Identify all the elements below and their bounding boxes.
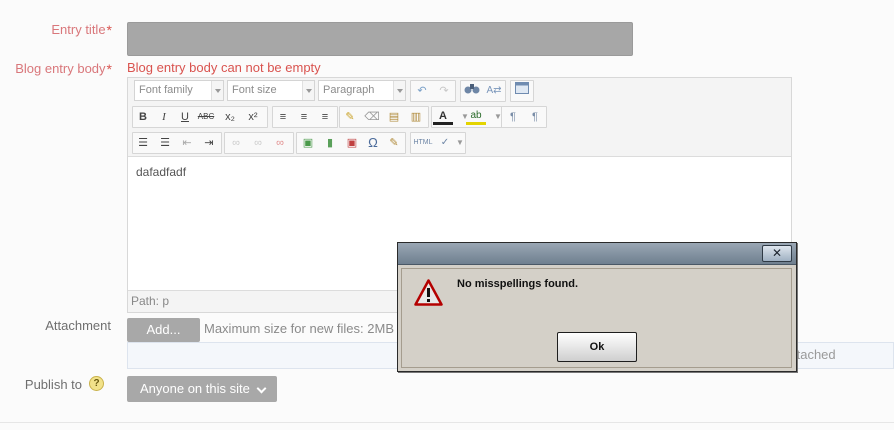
special-char-icon[interactable]: Ω (363, 133, 383, 153)
bold-icon[interactable]: B (133, 107, 153, 127)
paste-word-icon[interactable]: ▥ (406, 107, 426, 127)
publish-value: Anyone on this site (140, 381, 250, 396)
strikethrough-icon[interactable]: ABC (196, 107, 216, 127)
blog-body-label: Blog entry body* (0, 61, 112, 77)
edit-icon[interactable]: ✎ (384, 133, 404, 153)
entry-title-input[interactable] (127, 22, 633, 56)
replace-icon[interactable]: A⇄ (484, 81, 504, 101)
chevron-down-icon (256, 383, 267, 394)
spellcheck-icon[interactable]: ✓ (435, 133, 455, 153)
font-size-value: Font size (232, 84, 277, 96)
superscript-icon[interactable]: x² (243, 107, 263, 127)
binoculars-icon (464, 84, 480, 94)
eraser-icon[interactable]: ⌫ (362, 107, 382, 127)
editor-content[interactable]: dafadfadf (136, 165, 186, 179)
divider (0, 422, 894, 423)
chevron-down-icon (393, 81, 405, 100)
find-icon[interactable] (462, 81, 482, 101)
add-file-button[interactable]: Add... (127, 318, 200, 342)
chevron-down-icon (211, 81, 223, 100)
media-icon[interactable]: ▮ (320, 133, 340, 153)
font-family-value: Font family (139, 84, 193, 96)
highlight-icon[interactable]: ab (466, 107, 486, 125)
attached-text: ttached (793, 347, 836, 362)
format-select[interactable]: Paragraph (318, 80, 406, 101)
redo-icon[interactable]: ↷ (434, 81, 454, 101)
font-size-select[interactable]: Font size (227, 80, 315, 101)
help-icon[interactable]: ? (89, 376, 104, 391)
blog-body-label-text: Blog entry body (15, 61, 106, 76)
numbered-list-icon[interactable]: ☰ (155, 133, 175, 153)
entry-title-label-text: Entry title (51, 22, 106, 37)
image-icon[interactable]: ▣ (298, 133, 318, 153)
max-size-text: Maximum size for new files: 2MB (204, 321, 394, 336)
spellcheck-dialog: ✕ No misspellings found. Ok (397, 242, 797, 372)
dialog-message: No misspellings found. (457, 278, 579, 290)
align-center-icon[interactable]: ≡ (294, 107, 314, 127)
required-asterisk: * (106, 61, 112, 77)
align-left-icon[interactable]: ≡ (273, 107, 293, 127)
italic-icon[interactable]: I (154, 107, 174, 127)
editor-toolbar: Font family Font size Paragraph ↶ ↷ A⇄ B… (128, 78, 791, 157)
clean-icon[interactable]: ✎ (340, 107, 360, 127)
unlink-icon[interactable]: ∞ (248, 133, 268, 153)
chevron-down-icon (302, 81, 314, 100)
body-error-message: Blog entry body can not be empty (127, 60, 321, 75)
object-icon[interactable]: ▣ (342, 133, 362, 153)
html-icon[interactable]: HTML (411, 133, 435, 153)
publish-select[interactable]: Anyone on this site (127, 376, 277, 402)
anchor-icon[interactable]: ∞ (270, 133, 290, 153)
warning-icon (414, 279, 443, 306)
bullet-list-icon[interactable]: ☰ (133, 133, 153, 153)
outdent-icon[interactable]: ⇤ (177, 133, 197, 153)
dialog-titlebar: ✕ (398, 243, 796, 265)
format-value: Paragraph (323, 84, 375, 96)
attachment-label: Attachment (45, 318, 111, 333)
font-family-select[interactable]: Font family (134, 80, 224, 101)
paste-text-icon[interactable]: ▤ (384, 107, 404, 127)
ltr-icon[interactable]: ¶ (503, 107, 523, 127)
link-icon[interactable]: ∞ (226, 133, 246, 153)
text-color-icon[interactable]: A (433, 107, 453, 125)
rtl-icon[interactable]: ¶ (525, 107, 545, 127)
window-icon (515, 82, 529, 94)
fullscreen-icon[interactable] (512, 81, 532, 101)
underline-icon[interactable]: U (175, 107, 195, 127)
entry-title-label: Entry title* (0, 22, 112, 38)
chevron-down-icon[interactable]: ▼ (454, 133, 466, 153)
close-icon[interactable]: ✕ (762, 245, 792, 262)
subscript-icon[interactable]: x₂ (220, 107, 240, 127)
undo-icon[interactable]: ↶ (412, 81, 432, 101)
ok-button[interactable]: Ok (557, 332, 637, 362)
indent-icon[interactable]: ⇥ (199, 133, 219, 153)
publish-label: Publish to (24, 377, 82, 392)
required-asterisk: * (106, 22, 112, 38)
align-right-icon[interactable]: ≡ (315, 107, 335, 127)
